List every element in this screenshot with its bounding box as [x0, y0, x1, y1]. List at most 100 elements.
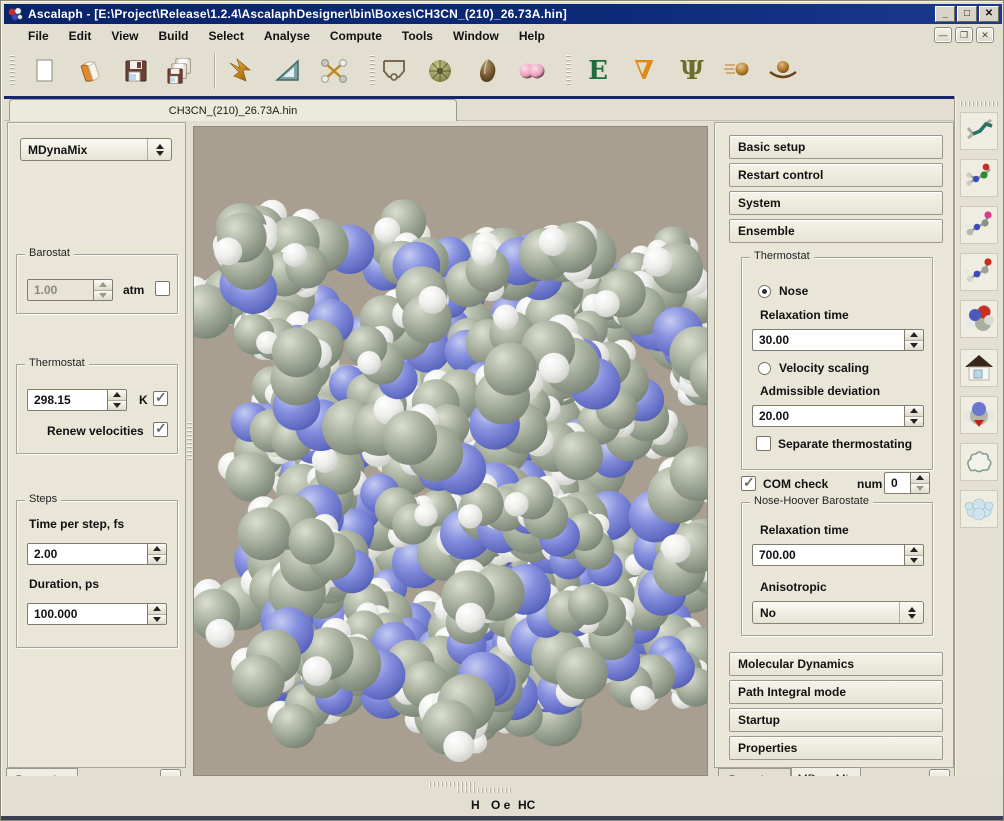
molecule-viewport[interactable] [193, 126, 708, 776]
section-ensemble[interactable]: Ensemble [729, 219, 943, 243]
app-window: Ascalaph - [E:\Project\Release\1.2.4\Asc… [0, 0, 1004, 821]
menu-help[interactable]: Help [509, 26, 555, 46]
section-startup[interactable]: Startup [729, 708, 943, 732]
menu-file[interactable]: File [18, 26, 59, 46]
menu-tools[interactable]: Tools [392, 26, 443, 46]
home-view-icon[interactable] [960, 349, 998, 387]
spin-up-button[interactable] [911, 473, 929, 483]
minimize-button[interactable]: _ [935, 6, 955, 22]
energy-icon[interactable]: E [582, 55, 614, 87]
nose-radio[interactable] [758, 285, 771, 298]
status-grip[interactable] [457, 788, 511, 793]
spin-down-button[interactable] [905, 416, 923, 427]
close-button[interactable]: ✕ [979, 6, 999, 22]
torus-builder-icon[interactable] [424, 55, 456, 87]
status-bar: H O e HC [4, 776, 1002, 816]
gradient-minimize-icon[interactable]: ∇ [628, 55, 660, 87]
spin-up-button[interactable] [905, 545, 923, 555]
spin-up-button[interactable] [905, 330, 923, 340]
run-dynamics-icon[interactable] [722, 55, 754, 87]
mdi-minimize-button[interactable]: — [934, 27, 952, 43]
menu-compute[interactable]: Compute [320, 26, 392, 46]
anisotropic-select-arrows[interactable] [899, 602, 923, 623]
maximize-button[interactable]: □ [957, 6, 977, 22]
peptide-fragment-icon[interactable] [960, 253, 998, 291]
spin-up-button[interactable] [94, 280, 112, 290]
save-all-icon[interactable] [164, 55, 196, 87]
toolbar-grip[interactable] [370, 55, 375, 87]
section-properties[interactable]: Properties [729, 736, 943, 760]
shell-surface-icon[interactable] [472, 55, 504, 87]
spin-up-button[interactable] [148, 544, 166, 554]
ball-stick-model-icon[interactable] [960, 159, 998, 197]
left-splitter[interactable] [186, 122, 193, 768]
engine-select-arrows[interactable] [147, 139, 171, 160]
barostat-unit-checkbox[interactable] [155, 281, 170, 296]
menu-analyse[interactable]: Analyse [254, 26, 320, 46]
amide-fragment-icon[interactable] [960, 206, 998, 244]
title-bar[interactable]: Ascalaph - [E:\Project\Release\1.2.4\Asc… [4, 4, 1002, 24]
duration-spinbox[interactable]: 100.000 [27, 603, 167, 625]
nose-label: Nose [779, 284, 808, 298]
spin-up-button[interactable] [108, 390, 126, 400]
temperature-unit-checkbox[interactable] [153, 391, 168, 406]
surface-solid-icon[interactable] [960, 490, 998, 528]
velocity-scaling-radio[interactable] [758, 362, 771, 375]
menu-window[interactable]: Window [443, 26, 509, 46]
barostat-pressure-spinbox[interactable]: 1.00 [27, 279, 113, 301]
status-grip[interactable] [429, 782, 475, 787]
renew-velocities-checkbox[interactable] [153, 422, 168, 437]
barostate-relaxation-spinbox[interactable]: 700.00 [752, 544, 924, 566]
toolbar-grip[interactable] [10, 55, 15, 87]
spin-down-button[interactable] [148, 554, 166, 565]
spacefill-fragment-icon[interactable] [960, 300, 998, 338]
menu-build[interactable]: Build [148, 26, 198, 46]
dimer-builder-icon[interactable] [516, 55, 548, 87]
save-icon[interactable] [120, 55, 152, 87]
anisotropic-select[interactable]: No [752, 601, 924, 624]
spin-up-button[interactable] [905, 406, 923, 416]
select-tool-icon[interactable] [226, 55, 258, 87]
build-fragment-icon[interactable] [318, 55, 350, 87]
quantum-psi-icon[interactable]: Ψ [676, 55, 708, 87]
measure-tool-icon[interactable] [272, 55, 304, 87]
spin-up-button[interactable] [148, 604, 166, 614]
section-molecular-dynamics[interactable]: Molecular Dynamics [729, 652, 943, 676]
section-path-integral-mode[interactable]: Path Integral mode [729, 680, 943, 704]
separate-thermostating-checkbox[interactable] [756, 436, 771, 451]
spacefill-molecule-icon[interactable] [960, 396, 998, 434]
barostate-relaxation-value: 700.00 [753, 545, 904, 565]
relaxation-time-label: Relaxation time [760, 308, 849, 322]
new-document-icon[interactable] [28, 55, 60, 87]
engine-select[interactable]: MDynaMix [20, 138, 172, 161]
surface-wireframe-icon[interactable] [960, 443, 998, 481]
document-tab[interactable]: CH3CN_(210)_26.73A.hin [9, 99, 457, 121]
temperature-spinbox[interactable]: 298.15 [27, 389, 127, 411]
menu-select[interactable]: Select [198, 26, 253, 46]
periodic-box-icon[interactable] [378, 55, 410, 87]
section-basic-setup[interactable]: Basic setup [729, 135, 943, 159]
com-check-checkbox[interactable] [741, 476, 756, 491]
velocity-scaling-label: Velocity scaling [779, 361, 869, 375]
mdi-restore-button[interactable]: ❐ [955, 27, 973, 43]
spin-down-button[interactable] [94, 290, 112, 301]
relaxation-time-spinbox[interactable]: 30.00 [752, 329, 924, 351]
section-system[interactable]: System [729, 191, 943, 215]
spin-down-button[interactable] [108, 400, 126, 411]
menu-view[interactable]: View [101, 26, 148, 46]
spin-down-button[interactable] [148, 614, 166, 625]
spin-down-button[interactable] [911, 483, 929, 494]
spin-down-button[interactable] [905, 340, 923, 351]
stick-model-icon[interactable] [960, 112, 998, 150]
toolbar-grip[interactable] [566, 55, 571, 87]
mdi-close-button[interactable]: ✕ [976, 27, 994, 43]
sidebar-grip[interactable] [960, 101, 998, 106]
open-file-icon[interactable] [74, 55, 106, 87]
spin-down-button[interactable] [905, 555, 923, 566]
time-per-step-spinbox[interactable]: 2.00 [27, 543, 167, 565]
com-num-spinbox[interactable]: 0 [884, 472, 930, 494]
menu-edit[interactable]: Edit [59, 26, 102, 46]
section-restart-control[interactable]: Restart control [729, 163, 943, 187]
optimize-ball-icon[interactable] [766, 55, 798, 87]
admissible-deviation-spinbox[interactable]: 20.00 [752, 405, 924, 427]
